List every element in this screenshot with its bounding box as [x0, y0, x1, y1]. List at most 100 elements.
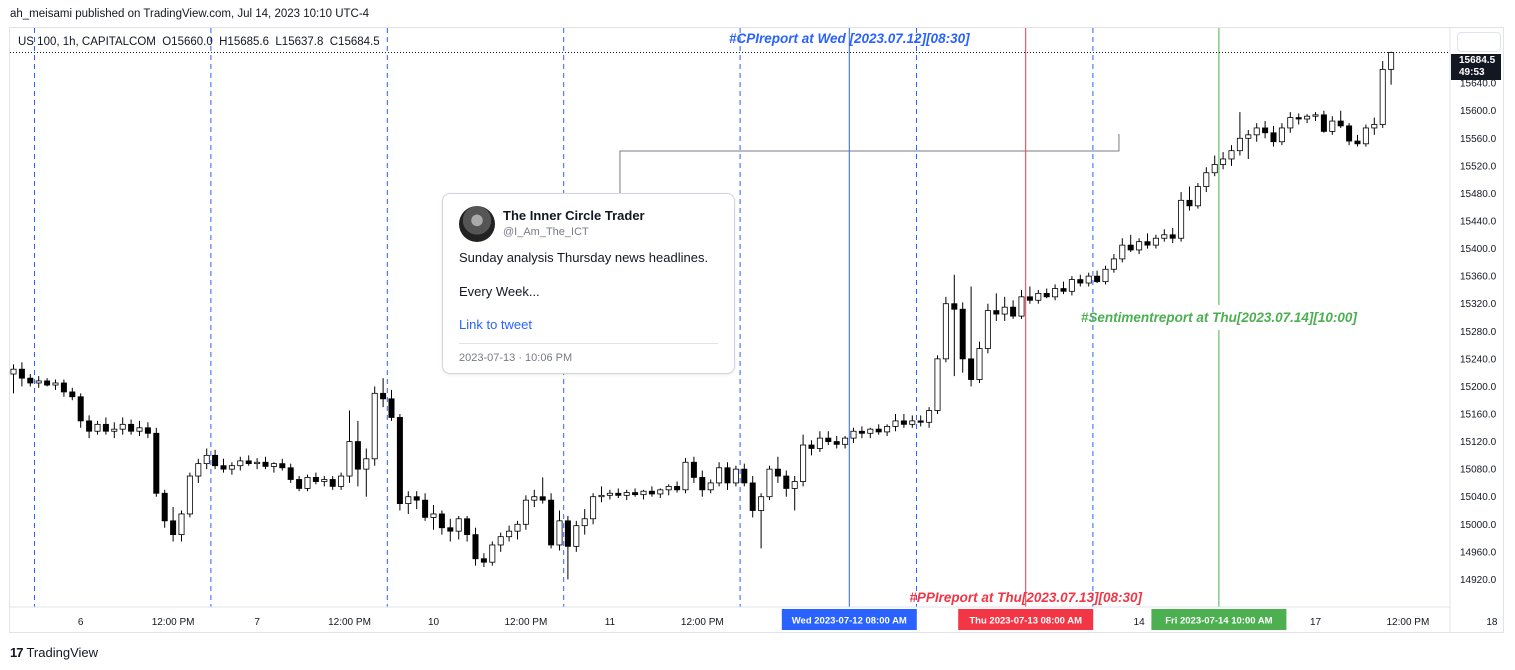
tweet-text-line-1: Sunday analysis Thursday news headlines.: [459, 250, 709, 265]
time-tick-label: 12:00 PM: [328, 617, 371, 628]
candle-body: [1278, 127, 1285, 143]
candle-body: [1018, 296, 1025, 317]
candle-body: [842, 437, 849, 445]
candle-body: [228, 465, 235, 470]
candle-body: [1262, 127, 1269, 134]
price-chart[interactable]: 14920.0 14960.0 15000.0 15040.0 15080.0 15120…: [0, 0, 1515, 670]
time-tick-label: 12:00 PM: [1386, 617, 1429, 628]
candle-body: [1152, 237, 1159, 246]
tweet-link[interactable]: Link to tweet: [459, 317, 532, 332]
candle-body: [489, 544, 496, 563]
candle-body: [564, 520, 571, 547]
candle-body: [850, 430, 857, 439]
candle-body: [329, 479, 336, 487]
candle-body: [1354, 140, 1361, 145]
candle-body: [917, 420, 924, 423]
candle-body: [1287, 117, 1294, 129]
price-tick-label: 15240.0: [1460, 354, 1497, 365]
candle-body: [262, 461, 269, 467]
candle-body: [1169, 234, 1176, 239]
price-tick-label: 14920.0: [1460, 575, 1497, 586]
candle-body: [304, 477, 311, 489]
candle-body: [732, 468, 739, 484]
price-tick-label: 15440.0: [1460, 217, 1497, 228]
candle-body: [1144, 241, 1151, 246]
candle-body: [657, 489, 664, 495]
candle-body: [665, 485, 672, 491]
price-axis: 14920.0 14960.0 15000.0 15040.0 15080.0 15120…: [1460, 79, 1497, 586]
price-tick-label: 15640.0: [1460, 79, 1497, 90]
candle-body: [1371, 124, 1378, 129]
candle-body: [606, 492, 613, 496]
candle-body: [69, 391, 76, 398]
last-price-value: 15684.5: [1459, 55, 1496, 66]
price-tick-label: 15120.0: [1460, 437, 1497, 448]
candle-body: [1035, 292, 1042, 301]
candle-body: [1337, 120, 1344, 127]
candle-body: [934, 358, 941, 411]
candle-body: [867, 428, 874, 434]
candle-body: [573, 525, 580, 547]
candle-body: [1001, 306, 1008, 315]
time-tick-label: 17: [1310, 617, 1322, 628]
price-tick-label: 15480.0: [1460, 189, 1497, 200]
candle-body: [506, 530, 513, 538]
candle-body: [102, 423, 109, 432]
candle-body: [77, 396, 84, 422]
candle-body: [774, 468, 781, 477]
candle-body: [816, 437, 823, 449]
candle-body: [1010, 306, 1017, 317]
price-tick-label: 15320.0: [1460, 299, 1497, 310]
price-tick-label: 15000.0: [1460, 520, 1497, 531]
candle-body: [35, 380, 42, 384]
candle-body: [363, 458, 370, 470]
footer-brand-label: TradingView: [26, 645, 99, 660]
candle-body: [1329, 120, 1336, 132]
event-time-badge-label: Thu 2023-07-13 08:00 AM: [969, 616, 1082, 627]
candle-body: [161, 492, 168, 522]
price-tick-label: 14960.0: [1460, 547, 1497, 558]
candle-body: [640, 490, 647, 496]
candle-body: [858, 430, 865, 434]
candle-body: [909, 420, 916, 425]
candle-body: [800, 444, 807, 482]
tweet-connector: [619, 133, 1120, 193]
time-tick-label: 6: [78, 617, 84, 628]
event-label: #Sentimentreport at Thu[2023.07.14][10:0…: [1081, 310, 1358, 325]
candle-body: [1085, 275, 1092, 284]
candle-body: [959, 308, 966, 360]
candle-body: [984, 310, 991, 349]
candle-body: [1127, 244, 1134, 251]
candle-body: [1304, 115, 1311, 120]
candle-body: [598, 494, 605, 498]
event-time-badge-label: Fri 2023-07-14 10:00 AM: [1165, 616, 1272, 627]
candle-body: [422, 499, 429, 518]
candle-body: [254, 461, 261, 465]
tweet-divider: [459, 343, 718, 344]
candle-body: [1194, 186, 1201, 207]
footer-brand[interactable]: 17 TradingView: [10, 645, 98, 660]
candle-body: [1253, 127, 1260, 136]
tweet-anchor-line: [619, 133, 1120, 193]
candle-body: [203, 454, 210, 465]
candle-body: [1379, 68, 1386, 125]
bar-countdown: 49:53: [1459, 67, 1485, 78]
candle-body: [1052, 288, 1059, 298]
candle-body: [338, 475, 345, 487]
candle-body: [455, 518, 462, 532]
candle-body: [1026, 296, 1033, 301]
candle-body: [615, 492, 622, 496]
candle-body: [312, 477, 319, 482]
candle-body: [186, 475, 193, 515]
tweet-date: 2023-07-13 · 10:06 PM: [459, 352, 573, 364]
axis-settings-button[interactable]: [1457, 32, 1501, 52]
candle-body: [279, 463, 286, 469]
candle-body: [10, 368, 17, 375]
candle-body: [405, 496, 412, 505]
time-tick-label: 12:00 PM: [504, 617, 547, 628]
price-tick-label: 15560.0: [1460, 134, 1497, 145]
candle-body: [791, 481, 798, 489]
time-tick-label: 11: [605, 617, 616, 628]
candle-body: [413, 496, 420, 501]
candle-body: [1220, 158, 1227, 165]
